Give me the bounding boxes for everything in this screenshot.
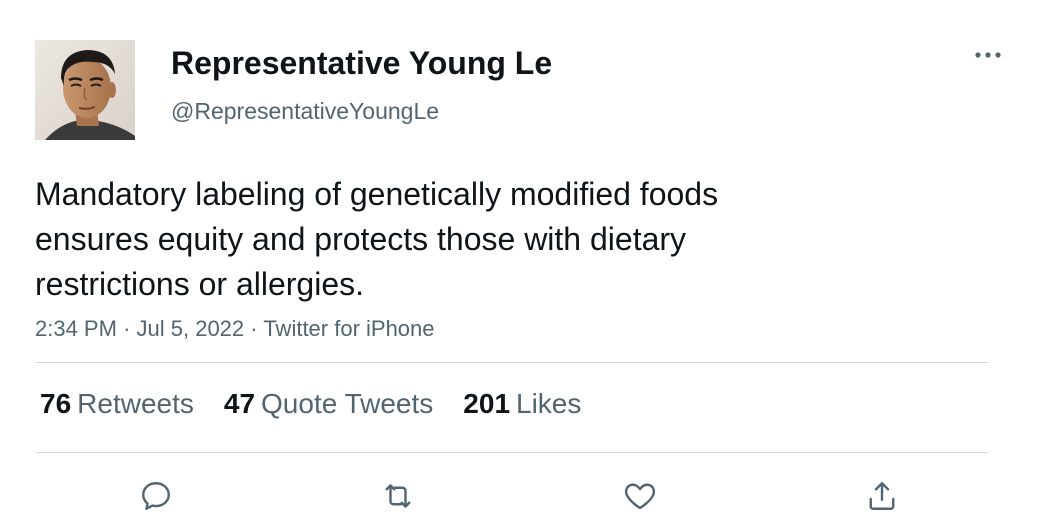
retweet-icon <box>385 484 411 508</box>
share-button[interactable] <box>862 476 902 516</box>
display-name[interactable]: Representative Young Le <box>171 44 552 82</box>
quote-tweets-label: Quote Tweets <box>261 388 434 419</box>
tweet-date[interactable]: Jul 5, 2022 <box>137 316 245 341</box>
tweet-time[interactable]: 2:34 PM <box>35 316 117 341</box>
likes-count: 201 <box>463 388 511 419</box>
user-handle[interactable]: @RepresentativeYoungLe <box>171 97 439 125</box>
retweets-stat[interactable]: 76 Retweets <box>40 386 194 422</box>
like-button[interactable] <box>620 476 660 516</box>
retweets-count: 76 <box>40 388 72 419</box>
divider-bottom <box>35 452 989 453</box>
meta-separator: · <box>123 316 137 341</box>
tweet-meta: 2:34 PM · Jul 5, 2022 · Twitter for iPho… <box>35 315 435 343</box>
avatar[interactable] <box>35 40 135 140</box>
retweets-label: Retweets <box>77 388 194 419</box>
heart-icon <box>624 483 656 510</box>
divider-top <box>35 362 989 363</box>
quote-tweets-count: 47 <box>223 388 256 419</box>
share-icon <box>869 482 895 510</box>
more-options-button[interactable] <box>968 40 1008 70</box>
avatar-portrait-image <box>35 40 135 140</box>
reply-button[interactable] <box>136 476 176 516</box>
reply-icon <box>142 482 170 510</box>
likes-label: Likes <box>516 388 582 419</box>
likes-stat[interactable]: 201 Likes <box>463 386 581 422</box>
retweet-button[interactable] <box>378 476 418 516</box>
tweet-stats: 76 Retweets 47 Quote Tweets 201 Likes <box>40 386 611 422</box>
tweet-text: Mandatory labeling of genetically modifi… <box>35 176 719 302</box>
meta-separator: · <box>250 316 264 341</box>
quote-tweets-stat[interactable]: 47 Quote Tweets <box>224 386 433 422</box>
tweet-source[interactable]: Twitter for iPhone <box>263 316 434 341</box>
more-horizontal-icon <box>975 52 1001 58</box>
